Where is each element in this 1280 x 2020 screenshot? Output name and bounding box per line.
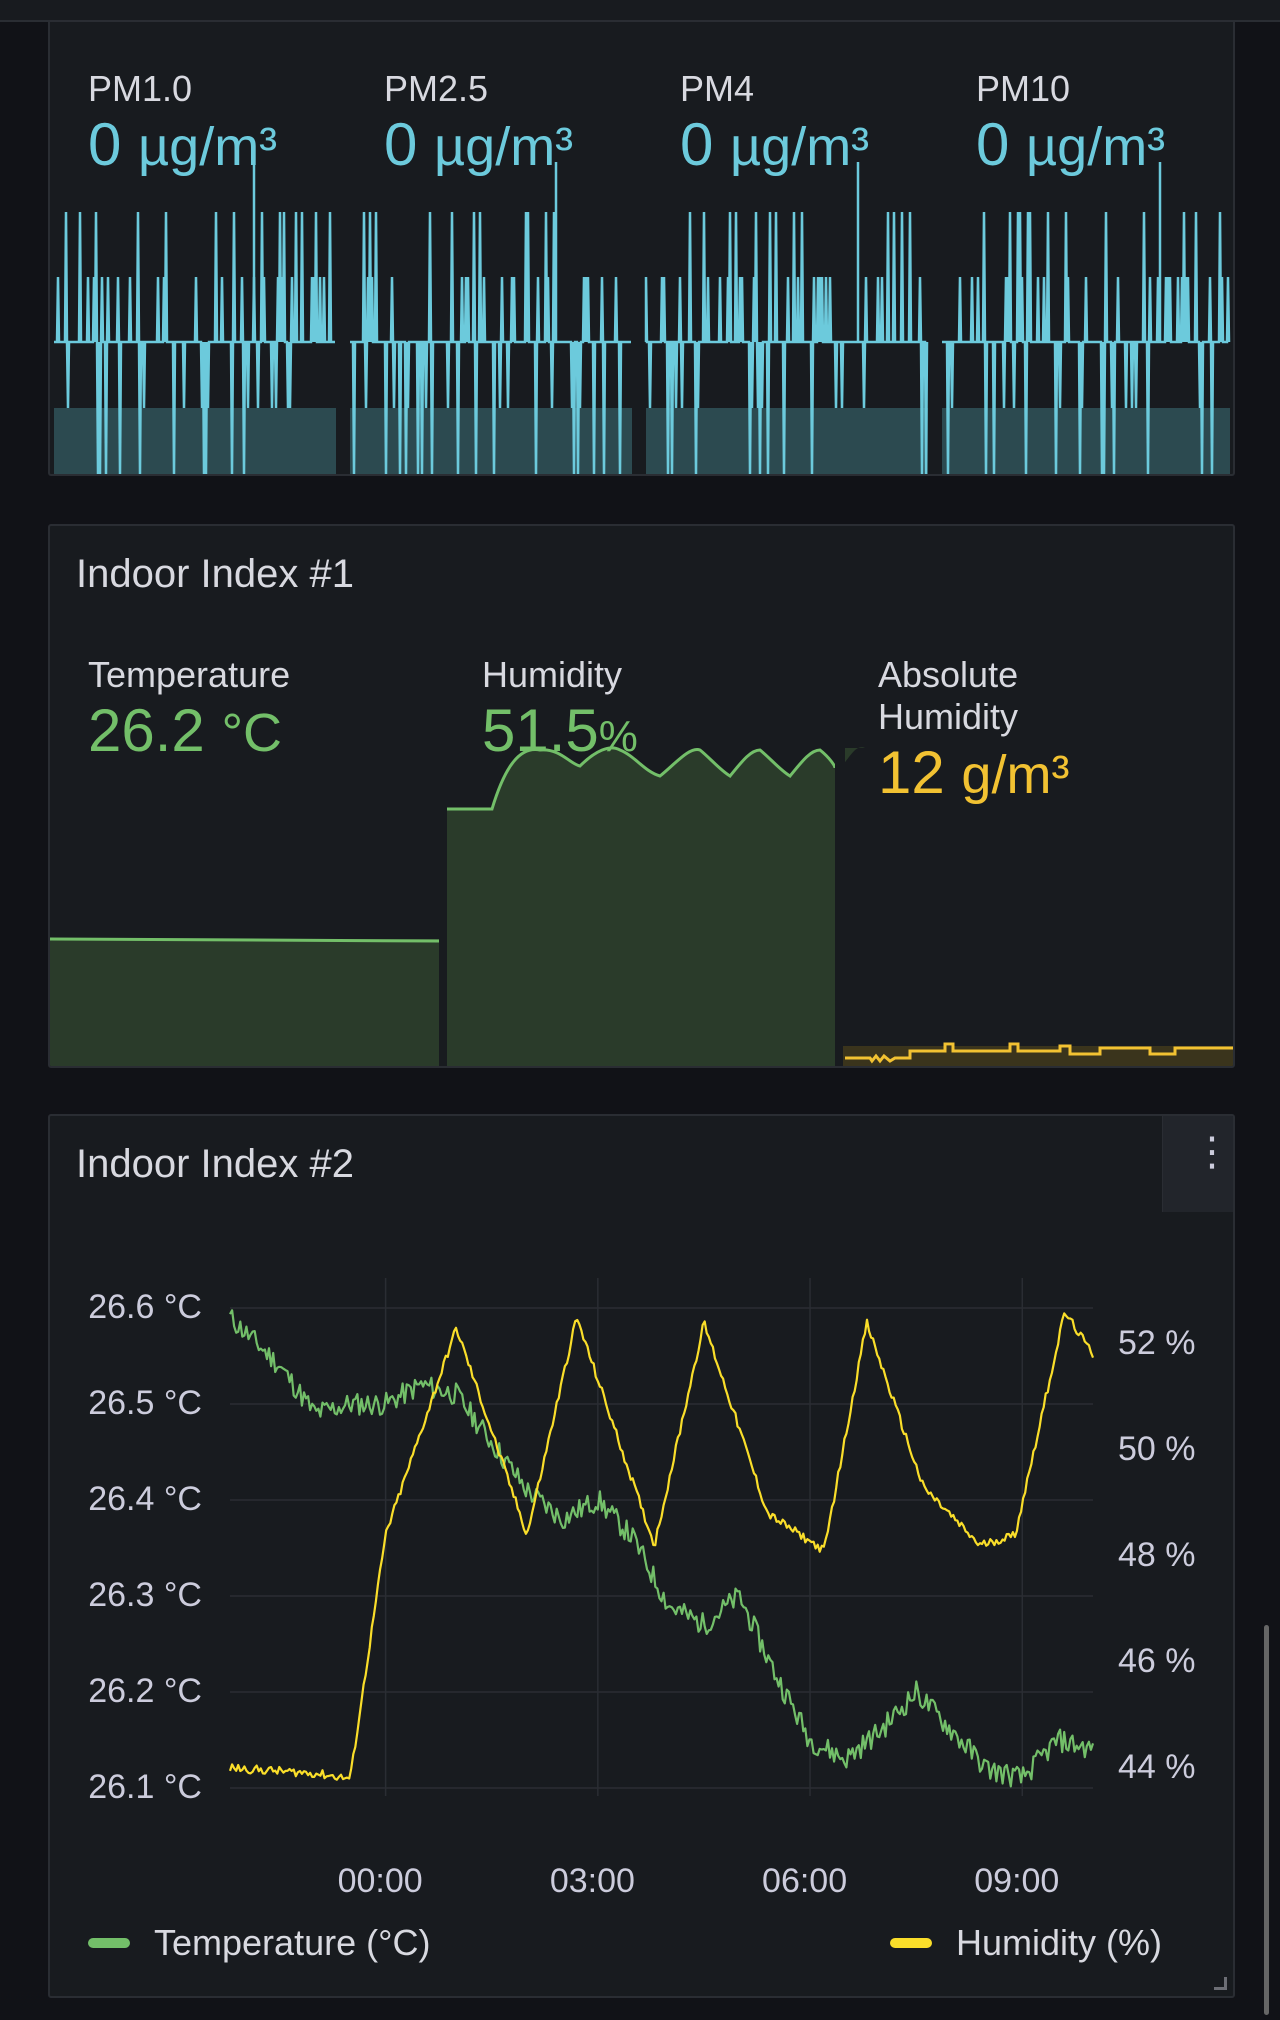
pm10-unit: µg/m³ bbox=[1026, 117, 1166, 177]
y-right-tick-label: 52 % bbox=[1118, 1324, 1196, 1362]
top-bar bbox=[0, 0, 1280, 22]
absolute-humidity-value: 12 g/m³ bbox=[878, 738, 1069, 810]
y-right-tick-label: 46 % bbox=[1118, 1642, 1196, 1680]
page-scrollbar[interactable] bbox=[1264, 1625, 1269, 2015]
humidity-sparkline-clip bbox=[835, 726, 845, 1066]
pm4-unit: µg/m³ bbox=[730, 117, 870, 177]
pm25-unit: µg/m³ bbox=[434, 117, 574, 177]
legend-humidity-swatch bbox=[890, 1938, 932, 1948]
pm-sparkline-fill-2 bbox=[646, 408, 928, 474]
absolute-humidity-label-2: Humidity bbox=[878, 696, 1019, 737]
humidity-value: 51.5% bbox=[482, 696, 638, 772]
legend-humidity[interactable]: Humidity (%) bbox=[890, 1922, 1162, 1964]
temperature-unit: °C bbox=[221, 703, 283, 763]
pm-panel[interactable]: PM1.0 0 µg/m³ PM2.5 0 µg/m³ PM4 0 µg/m³ … bbox=[48, 22, 1235, 476]
pm1-stat: PM1.0 0 µg/m³ bbox=[88, 68, 277, 182]
y-left-tick-label: 26.2 °C bbox=[88, 1672, 202, 1710]
legend-temperature-label: Temperature (°C) bbox=[154, 1922, 431, 1963]
pm25-number: 0 bbox=[384, 111, 418, 178]
temperature-label: Temperature bbox=[88, 654, 291, 695]
pm1-label: PM1.0 bbox=[88, 68, 193, 109]
humidity-number: 51.5 bbox=[482, 697, 599, 764]
x-tick-label: 06:00 bbox=[762, 1862, 848, 1900]
pm4-label: PM4 bbox=[680, 68, 755, 109]
legend-temperature-swatch bbox=[88, 1938, 130, 1948]
humidity-series-line bbox=[228, 1312, 1095, 1781]
y-right-tick-label: 50 % bbox=[1118, 1430, 1196, 1468]
legend-temperature[interactable]: Temperature (°C) bbox=[88, 1922, 430, 1964]
humidity-sparkline-fill bbox=[447, 747, 865, 1066]
indoor-index-1-panel[interactable]: Indoor Index #1 Temperature 26.2 °C Humi… bbox=[48, 524, 1235, 1068]
pm4-stat: PM4 0 µg/m³ bbox=[680, 68, 869, 182]
pm-sparkline-fill-1 bbox=[350, 408, 632, 474]
x-tick-label: 03:00 bbox=[549, 1862, 635, 1900]
temperature-stat: Temperature 26.2 °C bbox=[88, 654, 290, 768]
pm10-number: 0 bbox=[976, 111, 1010, 178]
humidity-unit: % bbox=[598, 712, 638, 761]
pm1-value: 0 µg/m³ bbox=[88, 110, 277, 182]
temperature-sparkline-fill bbox=[50, 939, 439, 1066]
absolute-humidity-number: 12 bbox=[878, 739, 945, 806]
pm1-unit: µg/m³ bbox=[138, 117, 278, 177]
y-left-tick-label: 26.1 °C bbox=[88, 1768, 202, 1806]
x-tick-label: 09:00 bbox=[974, 1862, 1060, 1900]
temperature-sparkline-line bbox=[50, 937, 440, 943]
pm25-label: PM2.5 bbox=[384, 68, 489, 109]
resize-handle[interactable] bbox=[1214, 1977, 1227, 1990]
pm4-number: 0 bbox=[680, 111, 714, 178]
humidity-label: Humidity bbox=[482, 654, 623, 695]
y-left-tick-label: 26.4 °C bbox=[88, 1480, 202, 1518]
pm10-label: PM10 bbox=[976, 68, 1071, 109]
humidity-stat: Humidity 51.5% bbox=[482, 654, 638, 772]
absolute-humidity-stat: Absolute Humidity 12 g/m³ bbox=[878, 654, 1069, 810]
indoor-index-2-panel[interactable]: Indoor Index #2 ⋮ 26.6 °C 26.5 °C 26.4 °C 2… bbox=[48, 1114, 1235, 1998]
temperature-value: 26.2 °C bbox=[88, 696, 290, 768]
pm25-value: 0 µg/m³ bbox=[384, 110, 573, 182]
y-right-tick-label: 48 % bbox=[1118, 1536, 1196, 1574]
pm10-value: 0 µg/m³ bbox=[976, 110, 1165, 182]
absolute-humidity-unit: g/m³ bbox=[961, 745, 1070, 805]
y-left-tick-label: 26.5 °C bbox=[88, 1384, 202, 1422]
pm4-value: 0 µg/m³ bbox=[680, 110, 869, 182]
absolute-humidity-label-1: Absolute bbox=[878, 654, 1019, 695]
x-tick-label: 00:00 bbox=[337, 1862, 423, 1900]
y-left-tick-label: 26.3 °C bbox=[88, 1576, 202, 1614]
y-left-tick-label: 26.6 °C bbox=[88, 1288, 202, 1326]
pm25-stat: PM2.5 0 µg/m³ bbox=[384, 68, 573, 182]
temperature-number: 26.2 bbox=[88, 697, 205, 764]
pm10-stat: PM10 0 µg/m³ bbox=[976, 68, 1165, 182]
pm1-number: 0 bbox=[88, 111, 122, 178]
indoor1-title: Indoor Index #1 bbox=[76, 552, 354, 596]
y-right-tick-label: 44 % bbox=[1118, 1748, 1196, 1786]
pm-sparkline-fill-0 bbox=[54, 408, 336, 474]
legend-humidity-label: Humidity (%) bbox=[956, 1922, 1163, 1963]
